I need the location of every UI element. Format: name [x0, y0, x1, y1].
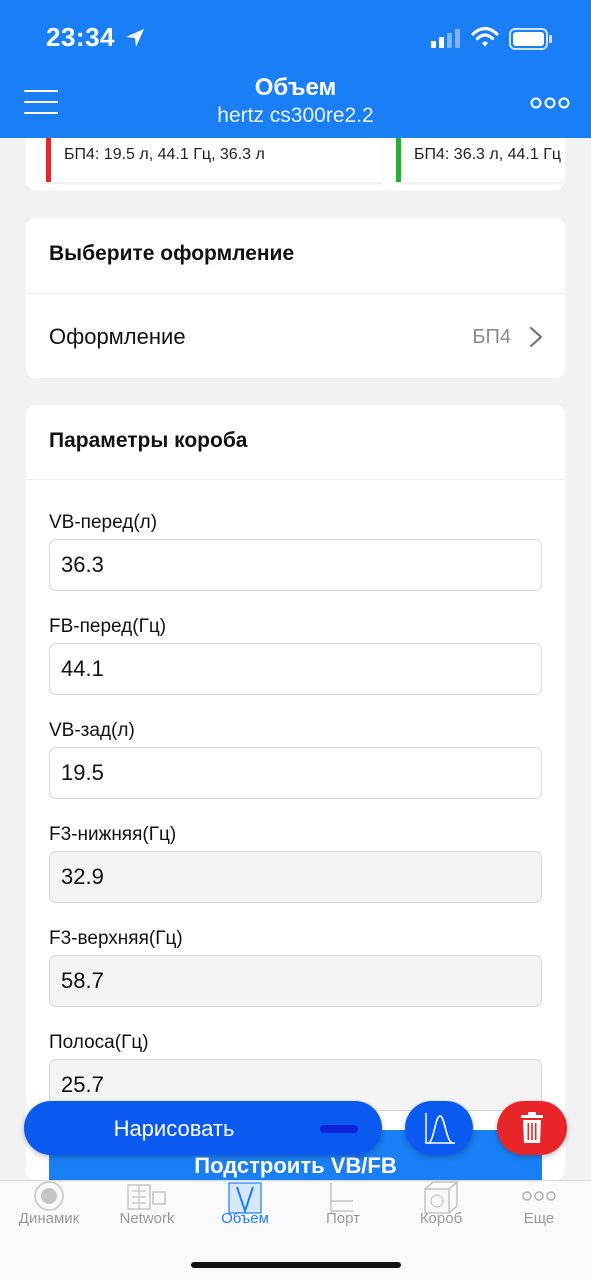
result-color-bar-red — [46, 138, 51, 182]
box-params-card: Параметры короба VB-перед(л) FB-перед(Гц… — [26, 405, 565, 1180]
location-arrow-icon — [126, 29, 144, 47]
result-card-1[interactable]: БП4: 19.5 л, 44.1 Гц, 36.3 л — [46, 138, 382, 182]
result-color-bar-green — [396, 138, 401, 182]
chevron-right-icon — [530, 327, 542, 347]
drag-handle[interactable] — [320, 1125, 358, 1133]
vb-front-input[interactable] — [49, 539, 542, 591]
f3-low-field — [49, 851, 542, 903]
design-card-title: Выберите оформление — [49, 242, 295, 265]
divider — [26, 479, 565, 480]
battery-icon — [509, 28, 552, 50]
field-label-bandwidth: Полоса(Гц) — [49, 1032, 149, 1053]
design-card: Выберите оформление Оформление БП4 — [26, 218, 565, 378]
f3-high-field — [49, 955, 542, 1007]
field-label-vb-rear: VB-зад(л) — [49, 720, 135, 741]
tab-label: Динамик — [18, 1210, 80, 1227]
cellular-signal-icon — [431, 29, 460, 48]
params-card-title: Параметры короба — [49, 429, 248, 452]
result-card-2[interactable]: БП4: 36.3 л, 44.1 Гц — [396, 138, 565, 182]
result-text: БП4: 19.5 л, 44.1 Гц, 36.3 л — [64, 146, 265, 163]
tab-label: Еще — [523, 1210, 555, 1227]
home-indicator — [191, 1262, 401, 1268]
page-title: Объем — [254, 74, 337, 101]
app-header: 23:34 Объем hertz cs300re2.2 — [0, 0, 591, 138]
response-curve-button[interactable] — [405, 1101, 473, 1155]
fb-front-input[interactable] — [49, 643, 542, 695]
field-label-fb-front: FB-перед(Гц) — [49, 616, 167, 637]
tab-label: Network — [119, 1210, 175, 1227]
delete-button[interactable] — [497, 1101, 567, 1155]
tab-port[interactable]: Порт — [294, 1181, 392, 1243]
page-subtitle: hertz cs300re2.2 — [217, 104, 374, 127]
draw-button-label: Нарисовать — [113, 1116, 235, 1141]
design-row-value: БП4 — [472, 326, 511, 348]
design-row-label: Оформление — [49, 324, 186, 349]
vb-rear-input[interactable] — [49, 747, 542, 799]
wifi-icon — [471, 26, 499, 47]
field-label-f3-high: F3-верхняя(Гц) — [49, 928, 183, 949]
status-time: 23:34 — [46, 22, 115, 52]
tab-box[interactable]: Короб — [392, 1181, 490, 1243]
design-select-row[interactable]: Оформление БП4 — [26, 294, 565, 378]
tab-more[interactable]: Еще — [490, 1181, 588, 1243]
field-label-f3-low: F3-нижняя(Гц) — [49, 824, 177, 845]
bell-curve-icon — [425, 1113, 455, 1144]
tab-label: Порт — [325, 1210, 360, 1227]
tab-volume[interactable]: Объем — [196, 1181, 294, 1243]
draw-button[interactable]: Нарисовать — [24, 1101, 382, 1155]
more-options-icon[interactable] — [530, 96, 570, 110]
results-strip[interactable]: БП4: 19.5 л, 44.1 Гц, 36.3 л БП4: 36.3 л… — [26, 138, 565, 190]
tab-speaker[interactable]: Динамик — [0, 1181, 98, 1243]
trash-icon — [521, 1112, 543, 1143]
tab-network[interactable]: Network — [98, 1181, 196, 1243]
tab-label: Короб — [419, 1210, 463, 1227]
result-text: БП4: 36.3 л, 44.1 Гц — [414, 146, 562, 163]
tab-label: Объем — [221, 1210, 269, 1227]
field-label-vb-front: VB-перед(л) — [49, 512, 158, 533]
